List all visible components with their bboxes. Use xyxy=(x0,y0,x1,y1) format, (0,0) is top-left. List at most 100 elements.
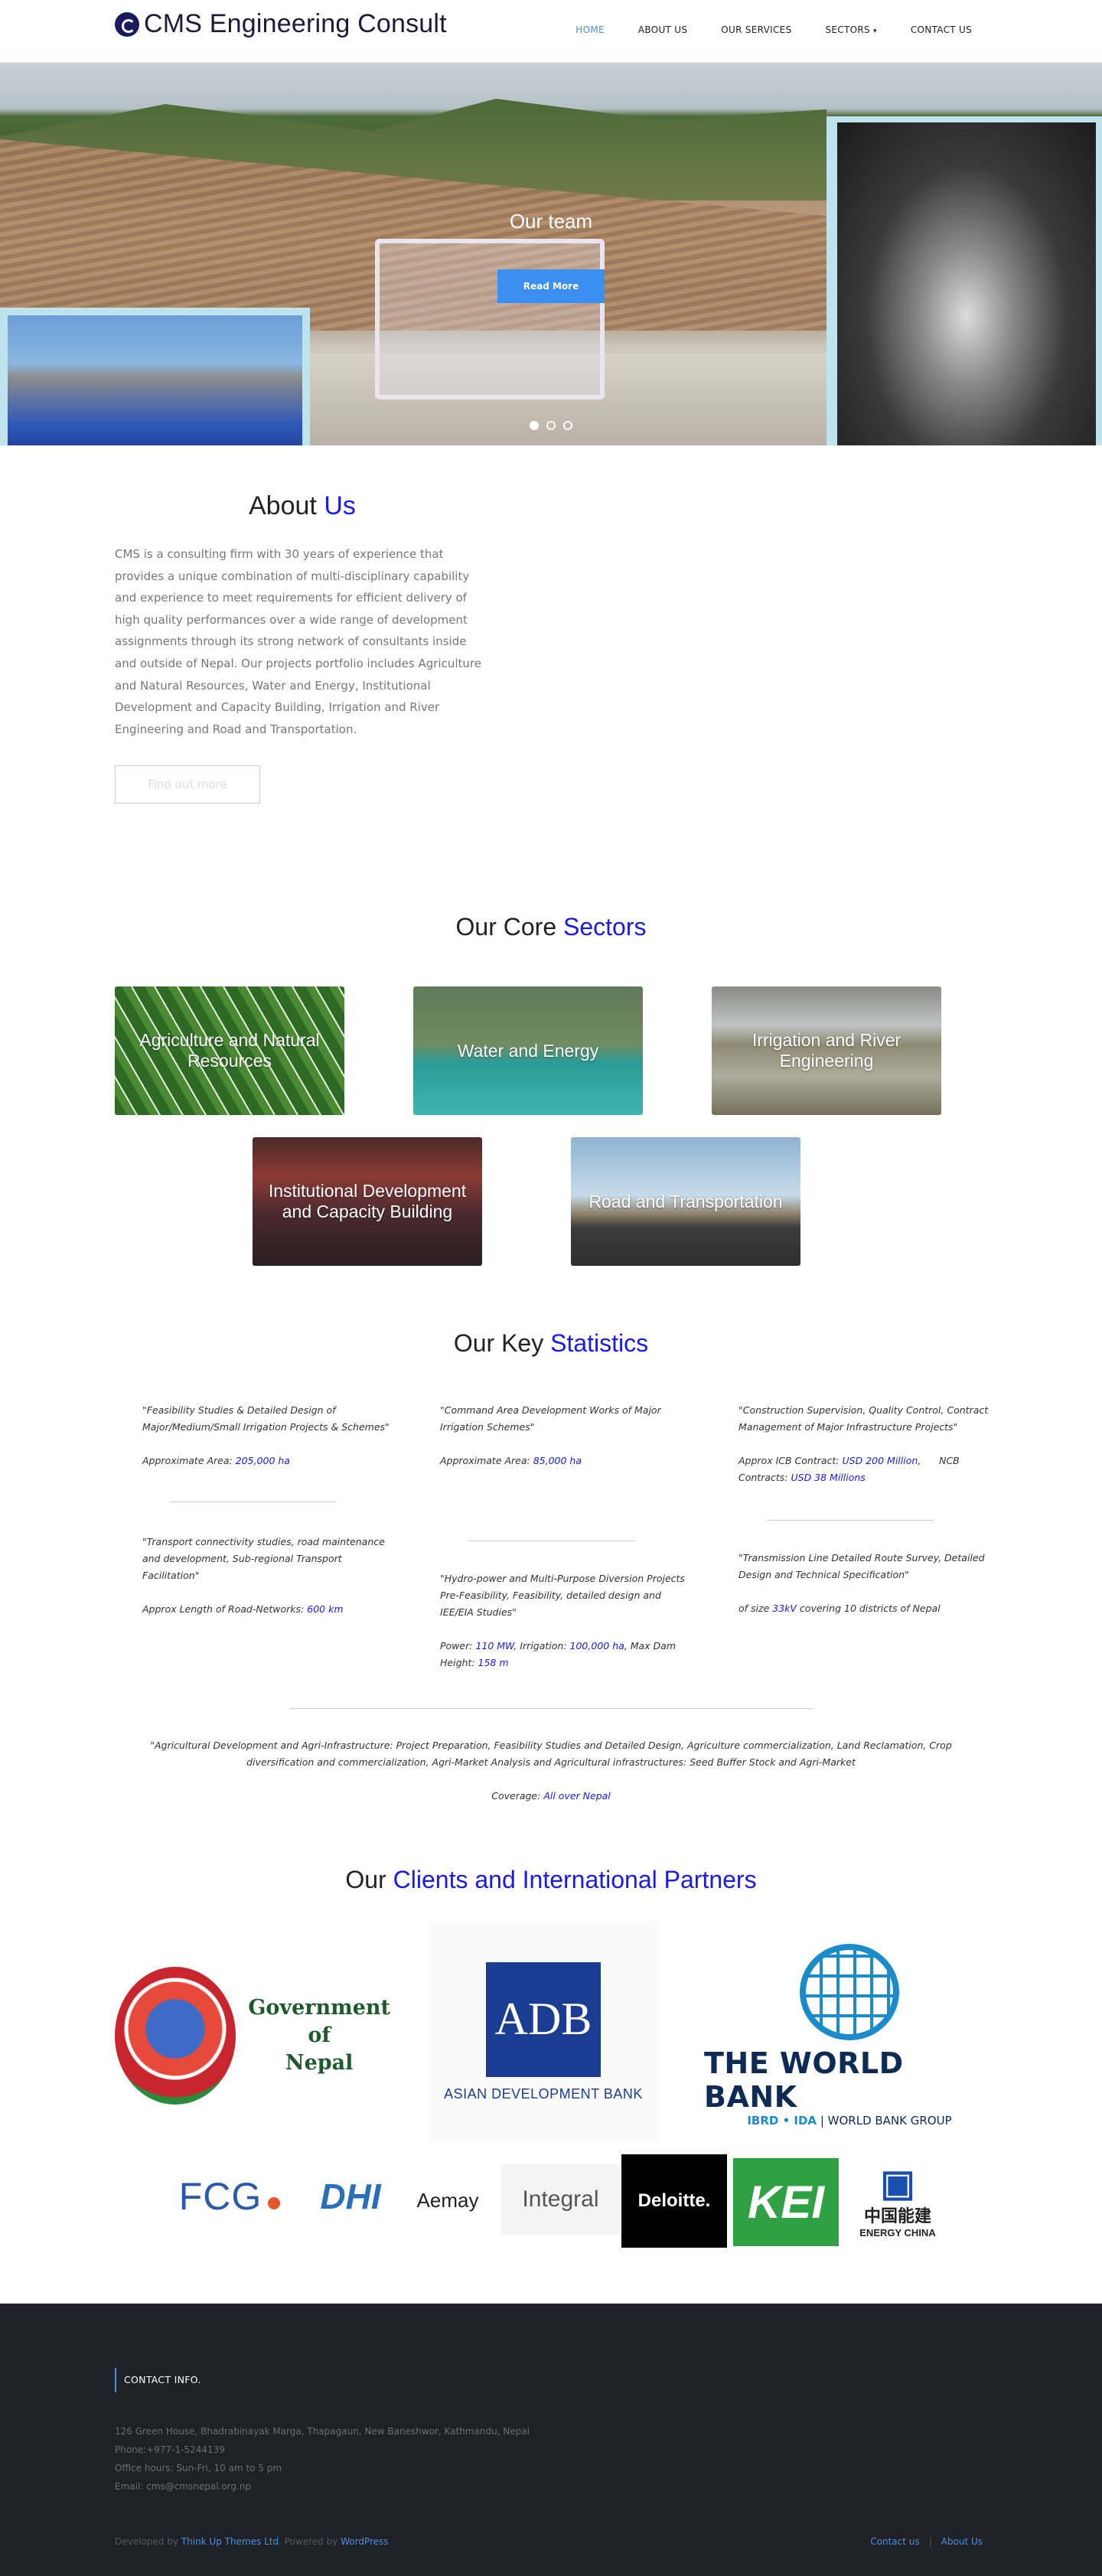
sectors-title-b: Sectors xyxy=(563,913,647,941)
tbm-image xyxy=(8,315,302,445)
stat-label: , Irrigation: xyxy=(514,1640,567,1652)
partner-kei[interactable]: KEI xyxy=(733,2158,839,2246)
deloitte-text: Deloitte. xyxy=(637,2190,711,2211)
hero-caption: Our team xyxy=(509,210,593,233)
wordpress-link[interactable]: WordPress xyxy=(341,2536,388,2547)
footer-links: Contact us | About Us xyxy=(870,2536,983,2547)
energy-china-en: ENERGY CHINA xyxy=(859,2226,936,2239)
gov-line-1: Government xyxy=(248,1996,390,2020)
chevron-down-icon: ▾ xyxy=(873,28,877,35)
gov-line-3: Nepal xyxy=(285,2051,354,2075)
nepal-emblem-icon xyxy=(115,1967,236,2105)
aemay-text: Aemay xyxy=(416,2188,479,2212)
stat-label: covering 10 districts of Nepal xyxy=(799,1603,941,1614)
stat-value: 205,000 ha xyxy=(235,1455,290,1466)
sector-agriculture[interactable]: Agriculture and Natural Resources xyxy=(115,986,344,1115)
sector-institutional[interactable]: Institutional Development and Capacity B… xyxy=(253,1137,482,1266)
sectors-title-a: Our Core xyxy=(455,913,557,941)
stat-label: Coverage: xyxy=(491,1790,541,1802)
footer-email: Email: cms@cmsnepal.org.np xyxy=(115,2481,252,2492)
stat-quote: "Transmission Line Detailed Route Survey… xyxy=(738,1552,985,1580)
footer-contact-link[interactable]: Contact us xyxy=(870,2536,919,2547)
stat-label: Approx Length of Road-Networks: xyxy=(142,1603,305,1615)
slider-dot-1[interactable] xyxy=(530,421,539,430)
powered-prefix: . Powered by xyxy=(279,2536,338,2547)
nav-our-services[interactable]: OUR SERVICES xyxy=(721,24,791,35)
think-up-themes-link[interactable]: Think Up Themes Ltd xyxy=(181,2536,279,2547)
wb-sub-a: IBRD • IDA xyxy=(747,2114,817,2128)
logo-text: CMS Engineering Consult xyxy=(144,9,447,38)
nav-sectors-label: SECTORS xyxy=(825,24,870,35)
stat-value: 85,000 ha xyxy=(533,1455,582,1466)
partner-adb[interactable]: ADB ASIAN DEVELOPMENT BANK xyxy=(429,1921,658,2143)
stat-label: , Max Dam xyxy=(624,1640,677,1652)
stat-value-line: Power: 110 MW, Irrigation: 100,000 ha, M… xyxy=(440,1638,693,1655)
wb-name: THE WORLD BANK xyxy=(704,2046,904,2114)
footer-about-link[interactable]: About Us xyxy=(941,2536,983,2547)
stat-label: Height: xyxy=(440,1657,475,1668)
partner-world-bank[interactable]: THE WORLD BANK IBRD • IDA | WORLD BANK G… xyxy=(704,1944,995,2128)
world-bank-globe-icon xyxy=(800,1944,899,2040)
footer-phone: Phone:+977-1-5244139 xyxy=(115,2444,225,2455)
dhi-text: DHI xyxy=(320,2176,381,2216)
stat-value-line: of size 33kV covering 10 districts of Ne… xyxy=(738,1600,991,1617)
nav-contact-us[interactable]: CONTACT US xyxy=(911,24,972,35)
partner-integral[interactable]: Integral xyxy=(501,2164,620,2235)
nav-about-us[interactable]: ABOUT US xyxy=(638,24,687,35)
stat-label: Contracts: xyxy=(738,1472,788,1483)
fcg-dot-icon xyxy=(268,2197,281,2209)
read-more-button[interactable]: Read More xyxy=(497,269,605,303)
partner-fcg[interactable]: FCG xyxy=(168,2170,291,2223)
stat-quote: "Hydro-power and Multi-Purpose Diversion… xyxy=(440,1573,685,1618)
stat-value: 600 km xyxy=(307,1603,344,1615)
stat-label: NCB xyxy=(939,1455,960,1466)
site-header: CMS Engineering Consult HOME ABOUT US OU… xyxy=(0,0,1102,63)
fcg-text: FCG xyxy=(178,2175,262,2218)
nav-home[interactable]: HOME xyxy=(575,24,605,35)
nav-sectors[interactable]: SECTORS ▾ xyxy=(826,24,877,35)
partner-aemay[interactable]: Aemay xyxy=(398,2181,497,2219)
partner-government-of-nepal[interactable]: Government of Nepal xyxy=(115,1929,390,2143)
footer-contact-heading: CONTACT INFO. xyxy=(115,2368,201,2392)
stat-value: All over Nepal xyxy=(543,1790,611,1802)
energy-china-mark-icon: ▣ xyxy=(880,2163,915,2204)
stat-value: 100,000 ha xyxy=(569,1640,624,1652)
stat-value: 158 m xyxy=(478,1657,509,1668)
stat-value-line: Approximate Area: 205,000 ha xyxy=(142,1453,395,1469)
find-out-more-button[interactable]: Find out more xyxy=(115,765,260,804)
cms-logo-icon xyxy=(115,11,139,37)
stat-construction-supervision: "Construction Supervision, Quality Contr… xyxy=(738,1402,991,1486)
stat-command-area: "Command Area Development Works of Major… xyxy=(440,1402,693,1469)
stats-title: Our Key Statistics xyxy=(0,1329,1102,1358)
hero-tbm-frame xyxy=(0,308,310,445)
divider-wide xyxy=(289,1708,813,1709)
partners-title-b: Clients and International Partners xyxy=(393,1866,757,1893)
sector-irrigation[interactable]: Irrigation and River Engineering xyxy=(712,986,941,1115)
about-section: About Us CMS is a consulting firm with 3… xyxy=(0,445,1102,843)
partners-title: Our Clients and International Partners xyxy=(0,1866,1102,1894)
stat-quote: "Transport connectivity studies, road ma… xyxy=(142,1536,385,1581)
stats-title-a: Our Key xyxy=(453,1329,544,1357)
stat-quote: "Feasibility Studies & Detailed Design o… xyxy=(142,1404,390,1433)
separator: | xyxy=(928,2536,932,2547)
sector-water-energy[interactable]: Water and Energy xyxy=(413,986,643,1115)
slider-dot-2[interactable] xyxy=(546,421,556,430)
stat-agricultural-development: "Agricultural Development and Agri-Infra… xyxy=(138,1737,964,1805)
stat-quote: "Command Area Development Works of Major… xyxy=(440,1404,661,1433)
partner-energy-china[interactable]: ▣ 中国能建 ENERGY CHINA xyxy=(848,2160,947,2244)
integral-text: Integral xyxy=(522,2186,599,2212)
stat-value: USD 200 Million, xyxy=(842,1455,921,1466)
stat-value-line: Approx Length of Road-Networks: 600 km xyxy=(142,1601,395,1618)
stat-value-line: Approx ICB Contract: USD 200 Million, NC… xyxy=(738,1453,991,1469)
partner-dhi[interactable]: DHI xyxy=(305,2160,396,2232)
energy-china-cn: 中国能建 xyxy=(863,2206,931,2225)
site-logo[interactable]: CMS Engineering Consult xyxy=(115,9,447,39)
stats-title-b: Statistics xyxy=(550,1329,649,1357)
sector-road[interactable]: Road and Transportation xyxy=(571,1137,800,1266)
slider-dot-3[interactable] xyxy=(563,421,572,430)
about-body: CMS is a consulting firm with 30 years o… xyxy=(115,547,481,736)
partner-deloitte[interactable]: Deloitte. xyxy=(621,2154,727,2248)
stat-hydropower: "Hydro-power and Multi-Purpose Diversion… xyxy=(440,1570,693,1671)
partners-title-a: Our xyxy=(345,1866,386,1893)
stat-transport: "Transport connectivity studies, road ma… xyxy=(142,1534,395,1618)
